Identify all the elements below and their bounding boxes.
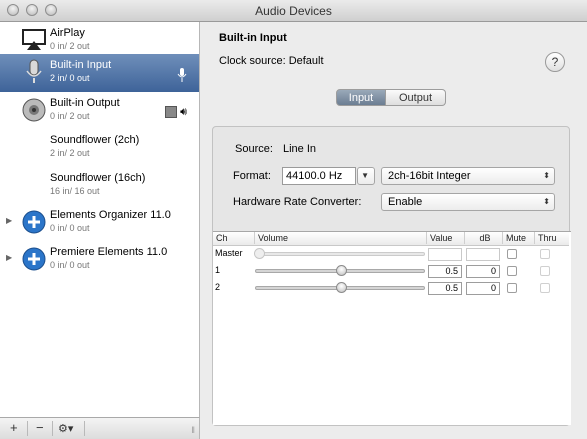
device-title: Built-in Input	[219, 32, 287, 44]
mute-checkbox[interactable]	[507, 249, 517, 259]
volume-slider[interactable]	[254, 248, 425, 259]
help-button[interactable]: ?	[545, 52, 565, 72]
device-detail-pane: Built-in Input Clock source: Default ? I…	[200, 22, 587, 439]
updown-arrows-icon: ⬍	[543, 171, 550, 180]
source-value: Line In	[283, 143, 317, 155]
value-field[interactable]	[428, 248, 462, 261]
plus-circle-icon	[22, 210, 46, 234]
toolbar-divider	[27, 421, 28, 436]
source-label: Source:	[235, 143, 273, 155]
thru-checkbox[interactable]	[540, 249, 550, 259]
tab-input[interactable]: Input	[336, 89, 386, 106]
sample-rate-dropdown[interactable]: ▼	[357, 167, 375, 185]
col-thru: Thru	[538, 233, 557, 243]
device-list: AirPlay 0 in/ 2 out Built-in Input 2 in/…	[0, 22, 200, 417]
volume-icon: 🔊︎	[180, 106, 187, 118]
channel-table: Ch Volume Value dB Mute Thru Master 1 0.…	[213, 231, 571, 425]
slider-knob[interactable]	[254, 248, 265, 259]
clock-source: Clock source: Default	[219, 55, 324, 67]
db-field[interactable]: 0	[466, 282, 500, 295]
speaker-icon	[22, 98, 46, 122]
value-field[interactable]: 0.5	[428, 282, 462, 295]
dropdown-arrow-icon: ▼	[361, 171, 369, 180]
hrc-popup[interactable]: Enable ⬍	[381, 193, 555, 211]
updown-arrows-icon: ⬍	[543, 197, 550, 206]
remove-device-button[interactable]: −	[36, 420, 44, 435]
microphone-icon	[26, 59, 42, 83]
device-item-premiere-elements[interactable]: ▶ Premiere Elements 11.0 0 in/ 0 out	[0, 241, 199, 279]
disclosure-triangle-icon[interactable]: ▶	[6, 216, 12, 225]
slider-knob[interactable]	[336, 265, 347, 276]
input-settings-panel: Source: Line In Format: 44100.0 Hz ▼ 2ch…	[212, 126, 571, 426]
col-value: Value	[427, 232, 465, 244]
device-item-soundflower-2ch[interactable]: Soundflower (2ch) 2 in/ 2 out	[0, 129, 199, 167]
db-field[interactable]	[466, 248, 500, 261]
output-indicators: 🔊︎	[165, 106, 187, 119]
volume-slider[interactable]	[255, 282, 425, 293]
audio-devices-window: Audio Devices AirPlay 0 in/ 2 out Built-…	[0, 0, 587, 439]
window-title: Audio Devices	[255, 4, 332, 18]
toolbar-divider	[52, 421, 53, 436]
sample-rate-field[interactable]: 44100.0 Hz	[282, 167, 356, 185]
airplay-icon	[22, 29, 46, 50]
add-device-button[interactable]: +	[10, 420, 18, 435]
action-gear-button[interactable]: ⚙▾	[58, 422, 73, 435]
col-ch: Ch	[213, 232, 255, 244]
mute-checkbox[interactable]	[507, 266, 517, 276]
value-field[interactable]: 0.5	[428, 265, 462, 278]
volume-slider[interactable]	[255, 265, 425, 276]
slider-knob[interactable]	[336, 282, 347, 293]
finder-icon	[165, 106, 177, 119]
format-label: Format:	[233, 170, 271, 182]
disclosure-triangle-icon[interactable]: ▶	[6, 253, 12, 262]
resize-grip-icon[interactable]: ‖	[191, 425, 195, 435]
toolbar-divider	[84, 421, 85, 436]
thru-checkbox[interactable]	[540, 283, 550, 293]
device-item-built-in-output[interactable]: Built-in Output 0 in/ 2 out 🔊︎	[0, 92, 199, 130]
device-item-elements-organizer[interactable]: ▶ Elements Organizer 11.0 0 in/ 0 out	[0, 204, 199, 242]
format-type-popup[interactable]: 2ch-16bit Integer ⬍	[381, 167, 555, 185]
col-mute: Mute	[503, 232, 535, 244]
io-tabs: Input Output	[336, 89, 446, 106]
title-bar: Audio Devices	[0, 0, 587, 22]
input-microphone-icon	[177, 68, 187, 82]
tab-output[interactable]: Output	[386, 89, 446, 106]
plus-circle-icon	[22, 247, 46, 271]
db-field[interactable]: 0	[466, 265, 500, 278]
device-item-built-in-input[interactable]: Built-in Input 2 in/ 0 out	[0, 54, 199, 92]
col-volume: Volume	[255, 232, 427, 244]
table-header: Ch Volume Value dB Mute Thru	[213, 232, 569, 246]
device-item-soundflower-16ch[interactable]: Soundflower (16ch) 16 in/ 16 out	[0, 167, 199, 205]
sidebar-toolbar: + − ⚙▾ ‖	[0, 417, 200, 439]
hrc-label: Hardware Rate Converter:	[233, 196, 362, 208]
thru-checkbox[interactable]	[540, 266, 550, 276]
col-db: dB	[465, 232, 503, 244]
mute-checkbox[interactable]	[507, 283, 517, 293]
